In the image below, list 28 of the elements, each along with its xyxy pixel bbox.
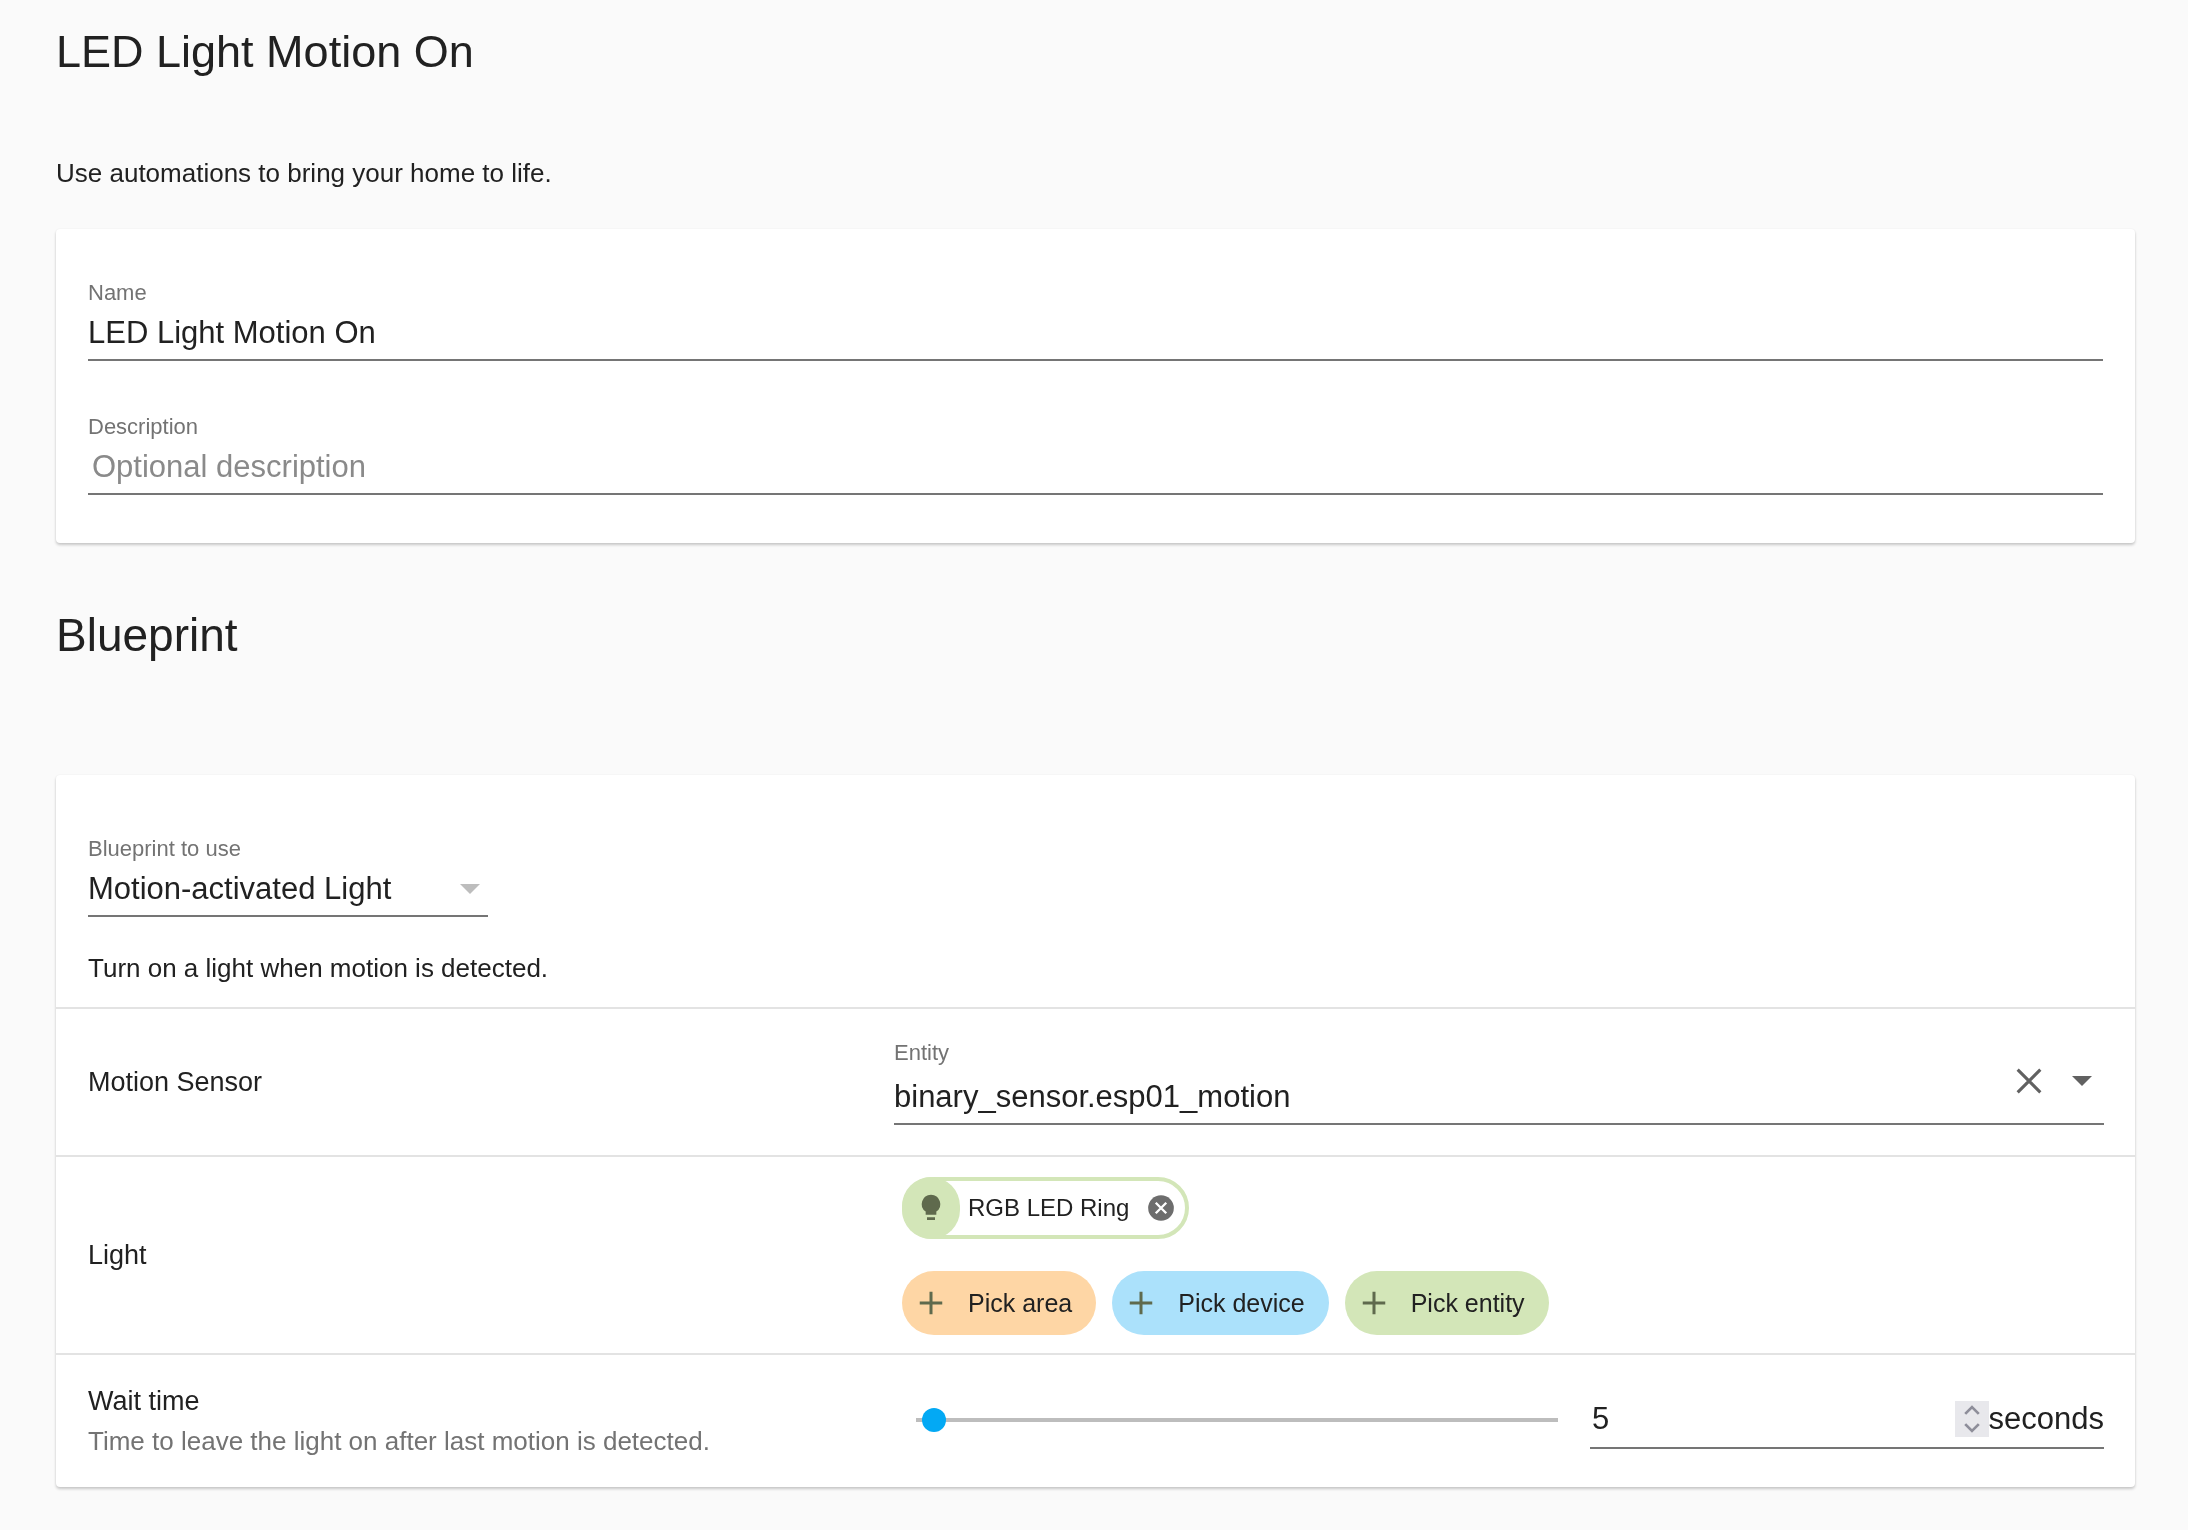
input-name: Motion Sensor [88,1066,264,1099]
bulb-icon [902,1177,960,1239]
input-description: Time to leave the light on after last motion is detected. [88,1425,711,1458]
blueprint-description: Turn on a light when motion is detected. [88,952,550,985]
chip-label: RGB LED Ring [968,1194,1130,1222]
field-label: Description [88,413,200,441]
entity-field[interactable]: Entity binary_sensor.esp01_motion [894,1039,2104,1125]
dropdown-caret-icon [2072,1076,2092,1086]
dropdown-caret-icon [460,884,480,894]
selected-chip[interactable]: RGB LED Ring [902,1177,1190,1239]
intro-text: Use automations to bring your home to life. [56,157,553,189]
pick-button[interactable]: Pick entity [1344,1271,1549,1335]
slider-thumb[interactable] [922,1408,947,1432]
spinner-icon[interactable] [1954,1401,1989,1437]
blueprint-select[interactable]: Motion-activated Light [88,863,488,917]
name-field[interactable]: LED Light Motion On [88,307,2103,361]
unit-label: seconds [1988,1400,2104,1438]
number-field[interactable]: 5 seconds [1590,1391,2104,1449]
field-label: Blueprint to use [88,835,242,863]
input-name: Wait time [88,1385,201,1418]
remove-icon[interactable] [1147,1194,1176,1222]
page-title: LED Light Motion On [56,25,475,79]
pick-button[interactable]: Pick device [1112,1271,1329,1335]
input-name: Light [88,1239,148,1272]
pick-button[interactable]: Pick area [902,1271,1097,1335]
description-field[interactable]: Optional description [88,441,2103,495]
field-label: Name [88,279,148,307]
section-heading: Blueprint [56,608,239,663]
